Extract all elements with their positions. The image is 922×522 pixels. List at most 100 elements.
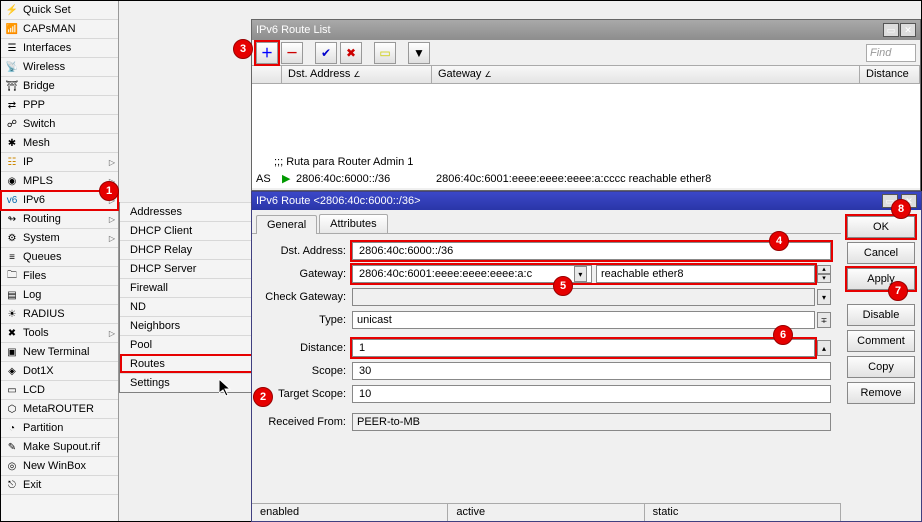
target-scope-input[interactable] xyxy=(352,385,831,403)
sidebar-item-supout[interactable]: ✎Make Supout.rif xyxy=(1,438,118,457)
route-list-window: IPv6 Route List ▭ ✕ ＋ － ✔ ✖ ▭ ▼ Find Dst… xyxy=(251,19,921,191)
route-list-body[interactable]: ;;; Ruta para Router Admin 1 AS ▶ 2806:4… xyxy=(252,84,920,188)
col-dst[interactable]: Dst. Address ∠ xyxy=(282,66,432,83)
submenu-label: Pool xyxy=(130,339,152,351)
route-row[interactable]: AS ▶ 2806:40c:6000::/36 2806:40c:6001:ee… xyxy=(252,170,920,187)
sidebar-item-mesh[interactable]: ✱Mesh xyxy=(1,134,118,153)
enable-button[interactable]: ✔ xyxy=(315,42,337,64)
comment-button[interactable]: Comment xyxy=(847,330,915,352)
radius-icon: ☀ xyxy=(4,306,20,322)
minimize-icon[interactable]: ▭ xyxy=(883,23,899,37)
sidebar-item-ppp[interactable]: ⇄PPP xyxy=(1,96,118,115)
sidebar-item-label: Exit xyxy=(23,479,41,491)
step-badge-1: 1 xyxy=(99,181,119,201)
sidebar-item-newwinbox[interactable]: ◎New WinBox xyxy=(1,457,118,476)
bridge-icon: ⛩ xyxy=(4,78,20,94)
sidebar-item-wireless[interactable]: 📡Wireless xyxy=(1,58,118,77)
gateway-spinner[interactable]: ▴▾ xyxy=(817,265,831,283)
close-icon[interactable]: ✕ xyxy=(900,23,916,37)
switch-icon: ☍ xyxy=(4,116,20,132)
step-badge-7: 7 xyxy=(888,281,908,301)
sidebar-item-queues[interactable]: ≡Queues xyxy=(1,248,118,267)
disable-button[interactable]: ✖ xyxy=(340,42,362,64)
step-badge-5: 5 xyxy=(553,276,573,296)
col-flags[interactable] xyxy=(252,66,282,83)
chevron-down-icon[interactable]: ▾ xyxy=(574,266,587,282)
label-tscope: Target Scope: xyxy=(262,388,352,400)
add-button[interactable]: ＋ xyxy=(256,42,278,64)
sidebar-item-bridge[interactable]: ⛩Bridge xyxy=(1,77,118,96)
sidebar-item-dot1x[interactable]: ◈Dot1X xyxy=(1,362,118,381)
sidebar-item-exit[interactable]: ⎋Exit xyxy=(1,476,118,495)
sidebar-item-label: CAPsMAN xyxy=(23,23,76,35)
routing-icon: ↬ xyxy=(4,211,20,227)
tools-icon: ✖ xyxy=(4,325,20,341)
sidebar-item-switch[interactable]: ☍Switch xyxy=(1,115,118,134)
label-checkgw: Check Gateway: xyxy=(262,291,352,303)
step-badge-4: 4 xyxy=(769,231,789,251)
dst-address-input[interactable] xyxy=(352,242,831,260)
sidebar-item-log[interactable]: ▤Log xyxy=(1,286,118,305)
received-from: PEER-to-MB xyxy=(352,413,831,431)
chevron-right-icon: ▷ xyxy=(109,158,115,167)
remove-button[interactable]: Remove xyxy=(847,382,915,404)
sidebar-item-routing[interactable]: ↬Routing▷ xyxy=(1,210,118,229)
route-form: General Attributes Dst. Address: Gateway… xyxy=(252,210,841,521)
chevron-down-icon[interactable]: ▾ xyxy=(817,289,831,305)
comment-button[interactable]: ▭ xyxy=(374,42,396,64)
label-distance: Distance: xyxy=(262,342,352,354)
sidebar-item-quickset[interactable]: ⚡Quick Set xyxy=(1,1,118,20)
sidebar-item-capsman[interactable]: 📶CAPsMAN xyxy=(1,20,118,39)
status-enabled: enabled xyxy=(252,504,448,521)
cancel-button[interactable]: Cancel xyxy=(847,242,915,264)
sidebar-item-label: MetaROUTER xyxy=(23,403,94,415)
partition-icon: ◔ xyxy=(4,420,20,436)
sidebar-item-radius[interactable]: ☀RADIUS xyxy=(1,305,118,324)
sidebar-item-interfaces[interactable]: ☰Interfaces xyxy=(1,39,118,58)
ok-button[interactable]: OK xyxy=(847,216,915,238)
sidebar-item-files[interactable]: 🗀Files xyxy=(1,267,118,286)
submenu-label: DHCP Relay xyxy=(130,244,192,256)
sidebar-item-label: Mesh xyxy=(23,137,50,149)
sidebar-item-label: Make Supout.rif xyxy=(23,441,100,453)
row-flags: AS xyxy=(256,173,282,185)
chevron-right-icon: ▷ xyxy=(109,234,115,243)
sidebar-item-partition[interactable]: ◔Partition xyxy=(1,419,118,438)
sidebar-nav: ⚡Quick Set 📶CAPsMAN ☰Interfaces 📡Wireles… xyxy=(1,1,119,521)
sidebar-item-label: Partition xyxy=(23,422,63,434)
route-comment: ;;; Ruta para Router Admin 1 xyxy=(252,154,920,170)
gateway-status: reachable ether8 xyxy=(596,265,815,283)
filter-button[interactable]: ▼ xyxy=(408,42,430,64)
sidebar-item-label: Quick Set xyxy=(23,4,71,16)
up-arrow-icon[interactable]: ▴ xyxy=(817,340,831,356)
exit-icon: ⎋ xyxy=(4,477,20,493)
route-edit-titlebar[interactable]: IPv6 Route <2806:40c:6000::/36> ▭ ✕ xyxy=(252,192,921,210)
sidebar-item-ip[interactable]: ☷IP▷ xyxy=(1,153,118,172)
label-recv: Received From: xyxy=(262,416,352,428)
distance-input[interactable] xyxy=(352,339,815,357)
sidebar-item-metarouter[interactable]: ⬡MetaROUTER xyxy=(1,400,118,419)
sidebar-item-lcd[interactable]: ▭LCD xyxy=(1,381,118,400)
row-gw: 2806:40c:6001:eeee:eeee:eeee:a:cccc reac… xyxy=(436,173,916,185)
col-distance[interactable]: Distance ▾ xyxy=(860,66,920,83)
route-list-titlebar[interactable]: IPv6 Route List ▭ ✕ xyxy=(252,20,920,40)
check-gateway-input[interactable] xyxy=(352,288,815,306)
route-active-icon: ▶ xyxy=(282,172,296,185)
sidebar-item-newterminal[interactable]: ▣New Terminal xyxy=(1,343,118,362)
route-list-toolbar: ＋ － ✔ ✖ ▭ ▼ Find xyxy=(252,40,920,66)
submenu-label: DHCP Server xyxy=(130,263,196,275)
chevron-down-icon[interactable]: ∓ xyxy=(817,312,831,328)
disable-button[interactable]: Disable xyxy=(847,304,915,326)
sidebar-item-system[interactable]: ⚙System▷ xyxy=(1,229,118,248)
copy-button[interactable]: Copy xyxy=(847,356,915,378)
scope-input[interactable] xyxy=(352,362,831,380)
col-gateway[interactable]: Gateway ∠ xyxy=(432,66,860,83)
tab-attributes[interactable]: Attributes xyxy=(319,214,387,233)
remove-button[interactable]: － xyxy=(281,42,303,64)
ip-icon: ☷ xyxy=(4,154,20,170)
type-input[interactable]: unicast xyxy=(352,311,815,329)
find-input[interactable]: Find xyxy=(866,44,916,62)
tab-general[interactable]: General xyxy=(256,215,317,234)
sidebar-item-tools[interactable]: ✖Tools▷ xyxy=(1,324,118,343)
sidebar-item-label: Routing xyxy=(23,213,61,225)
